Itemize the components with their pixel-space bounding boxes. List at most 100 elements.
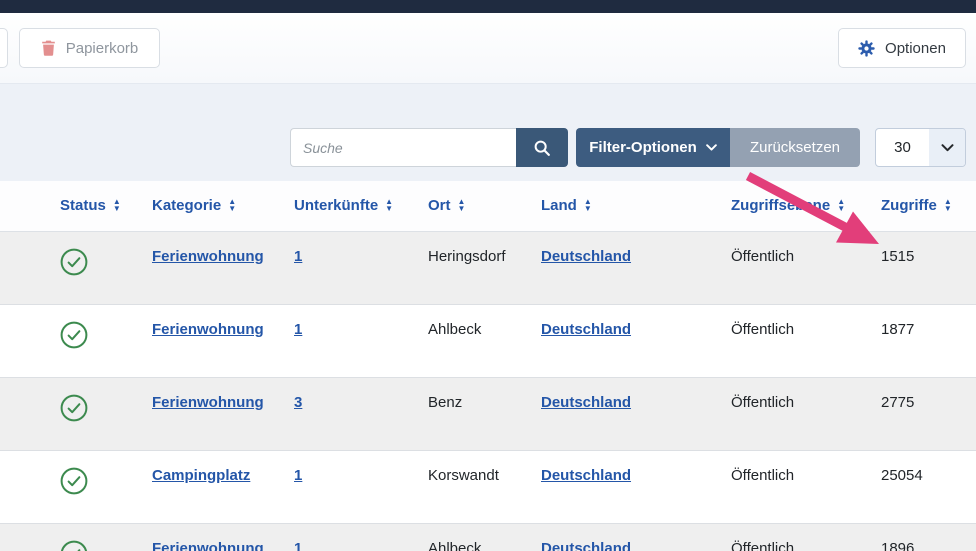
unterkuenfte-link[interactable]: 3 — [294, 394, 302, 411]
land-link[interactable]: Deutschland — [541, 321, 631, 338]
land-link[interactable]: Deutschland — [541, 394, 631, 411]
admin-page: Papierkorb — [0, 0, 976, 551]
reset-button[interactable]: Zurücksetzen — [730, 128, 860, 167]
ort-cell: Ahlbeck — [428, 304, 541, 377]
options-button-label: Optionen — [885, 40, 946, 57]
reset-button-label: Zurücksetzen — [750, 139, 840, 156]
page-size-select[interactable]: 30 — [875, 128, 966, 167]
column-label: Kategorie — [152, 197, 221, 214]
status-published-icon[interactable] — [60, 467, 88, 499]
sort-icon: ▲▼ — [458, 199, 466, 212]
column-label: Status — [60, 197, 106, 214]
kategorie-link[interactable]: Ferienwohnung — [152, 540, 264, 551]
search-button[interactable] — [516, 128, 568, 167]
gear-icon — [858, 40, 875, 57]
status-published-icon[interactable] — [60, 248, 88, 280]
zugriffe-cell: 1877 — [881, 304, 976, 377]
unterkuenfte-cell: 1 — [294, 231, 428, 304]
column-label: Ort — [428, 197, 451, 214]
zugriffe-cell: 25054 — [881, 450, 976, 523]
unterkuenfte-cell: 1 — [294, 523, 428, 551]
land-link[interactable]: Deutschland — [541, 540, 631, 551]
toolbar: Papierkorb — [0, 13, 976, 83]
kategorie-link[interactable]: Ferienwohnung — [152, 321, 264, 338]
chevron-down-icon — [929, 129, 965, 166]
column-header-zugriffe[interactable]: Zugriffe ▲▼ — [881, 181, 976, 231]
status-published-icon[interactable] — [60, 394, 88, 426]
land-link[interactable]: Deutschland — [541, 467, 631, 484]
zugriffe-value: 1515 — [881, 248, 914, 265]
options-button[interactable]: Optionen — [838, 28, 966, 68]
unterkuenfte-link[interactable]: 1 — [294, 321, 302, 338]
zugriffsebene-value: Öffentlich — [731, 467, 794, 484]
unterkuenfte-cell: 3 — [294, 377, 428, 450]
trash-button-label: Papierkorb — [66, 40, 139, 57]
top-navigation-bar — [0, 0, 976, 13]
search-icon — [533, 139, 551, 157]
zugriffsebene-cell: Öffentlich — [731, 304, 881, 377]
ort-value: Heringsdorf — [428, 248, 506, 265]
kategorie-link[interactable]: Ferienwohnung — [152, 248, 264, 265]
column-header-status[interactable]: Status ▲▼ — [0, 181, 152, 231]
kategorie-cell: Ferienwohnung — [152, 231, 294, 304]
sort-icon: ▲▼ — [837, 199, 845, 212]
column-label: Zugriffsebene — [731, 197, 830, 214]
zugriffsebene-value: Öffentlich — [731, 321, 794, 338]
column-label: Zugriffe — [881, 197, 937, 214]
land-cell: Deutschland — [541, 450, 731, 523]
sort-icon: ▲▼ — [584, 199, 592, 212]
unterkuenfte-cell: 1 — [294, 450, 428, 523]
page-size-value: 30 — [876, 129, 929, 166]
zugriffsebene-value: Öffentlich — [731, 248, 794, 265]
column-header-land[interactable]: Land▲▼ — [541, 181, 731, 231]
ort-cell: Korswandt — [428, 450, 541, 523]
filter-options-button[interactable]: Filter-Optionen — [576, 128, 730, 167]
kategorie-link[interactable]: Ferienwohnung — [152, 394, 264, 411]
table-row: Ferienwohnung 1 Heringsdorf Deutschland Öffe… — [0, 231, 976, 304]
zugriffe-value: 2775 — [881, 394, 914, 411]
ort-value: Korswandt — [428, 467, 499, 484]
unterkuenfte-link[interactable]: 1 — [294, 248, 302, 265]
chevron-down-icon — [706, 144, 717, 151]
trash-icon — [41, 40, 56, 56]
zugriffsebene-cell: Öffentlich — [731, 377, 881, 450]
unterkuenfte-link[interactable]: 1 — [294, 467, 302, 484]
ort-value: Ahlbeck — [428, 321, 481, 338]
zugriffe-value: 1896 — [881, 540, 914, 551]
column-header-ort[interactable]: Ort ▲▼ — [428, 181, 541, 231]
toolbar-button-partial[interactable] — [0, 28, 8, 68]
sort-icon: ▲▼ — [113, 199, 121, 212]
zugriffe-value: 25054 — [881, 467, 923, 484]
column-header-kategorie[interactable]: Kategorie ▲▼ — [152, 181, 294, 231]
trash-button[interactable]: Papierkorb — [19, 28, 160, 68]
unterkuenfte-cell: 1 — [294, 304, 428, 377]
filter-options-label: Filter-Optionen — [589, 139, 697, 156]
sort-icon: ▲▼ — [944, 199, 952, 212]
zugriffsebene-cell: Öffentlich — [731, 231, 881, 304]
zugriffsebene-cell: Öffentlich — [731, 450, 881, 523]
land-cell: Deutschland — [541, 377, 731, 450]
table-header-row: Status▲▼Kategorie▲▼Unterkünfte▲▼Ort▲▼Lan… — [0, 181, 976, 231]
kategorie-cell: Ferienwohnung — [152, 523, 294, 551]
zugriffsebene-value: Öffentlich — [731, 394, 794, 411]
kategorie-link[interactable]: Campingplatz — [152, 467, 250, 484]
search-input[interactable] — [290, 128, 516, 167]
ort-cell: Ahlbeck — [428, 523, 541, 551]
status-cell — [0, 304, 152, 377]
status-cell — [0, 231, 152, 304]
column-header-unterkuenfte[interactable]: Unterkünfte ▲▼ — [294, 181, 428, 231]
status-published-icon[interactable] — [60, 321, 88, 353]
land-cell: Deutschland — [541, 523, 731, 551]
zugriffsebene-value: Öffentlich — [731, 540, 794, 551]
sort-icon: ▲▼ — [228, 199, 236, 212]
column-label: Unterkünfte — [294, 197, 378, 214]
kategorie-cell: Campingplatz — [152, 450, 294, 523]
sort-icon: ▲▼ — [385, 199, 393, 212]
table-row: Campingplatz 1 Korswandt Deutschland Öffentl… — [0, 450, 976, 523]
listing-table: Status▲▼Kategorie▲▼Unterkünfte▲▼Ort▲▼Lan… — [0, 181, 976, 551]
status-published-icon[interactable] — [60, 540, 88, 551]
land-link[interactable]: Deutschland — [541, 248, 631, 265]
column-header-zugriffsebene[interactable]: Zugriffsebene ▲▼ — [731, 181, 881, 231]
unterkuenfte-link[interactable]: 1 — [294, 540, 302, 551]
zugriffe-cell: 2775 — [881, 377, 976, 450]
